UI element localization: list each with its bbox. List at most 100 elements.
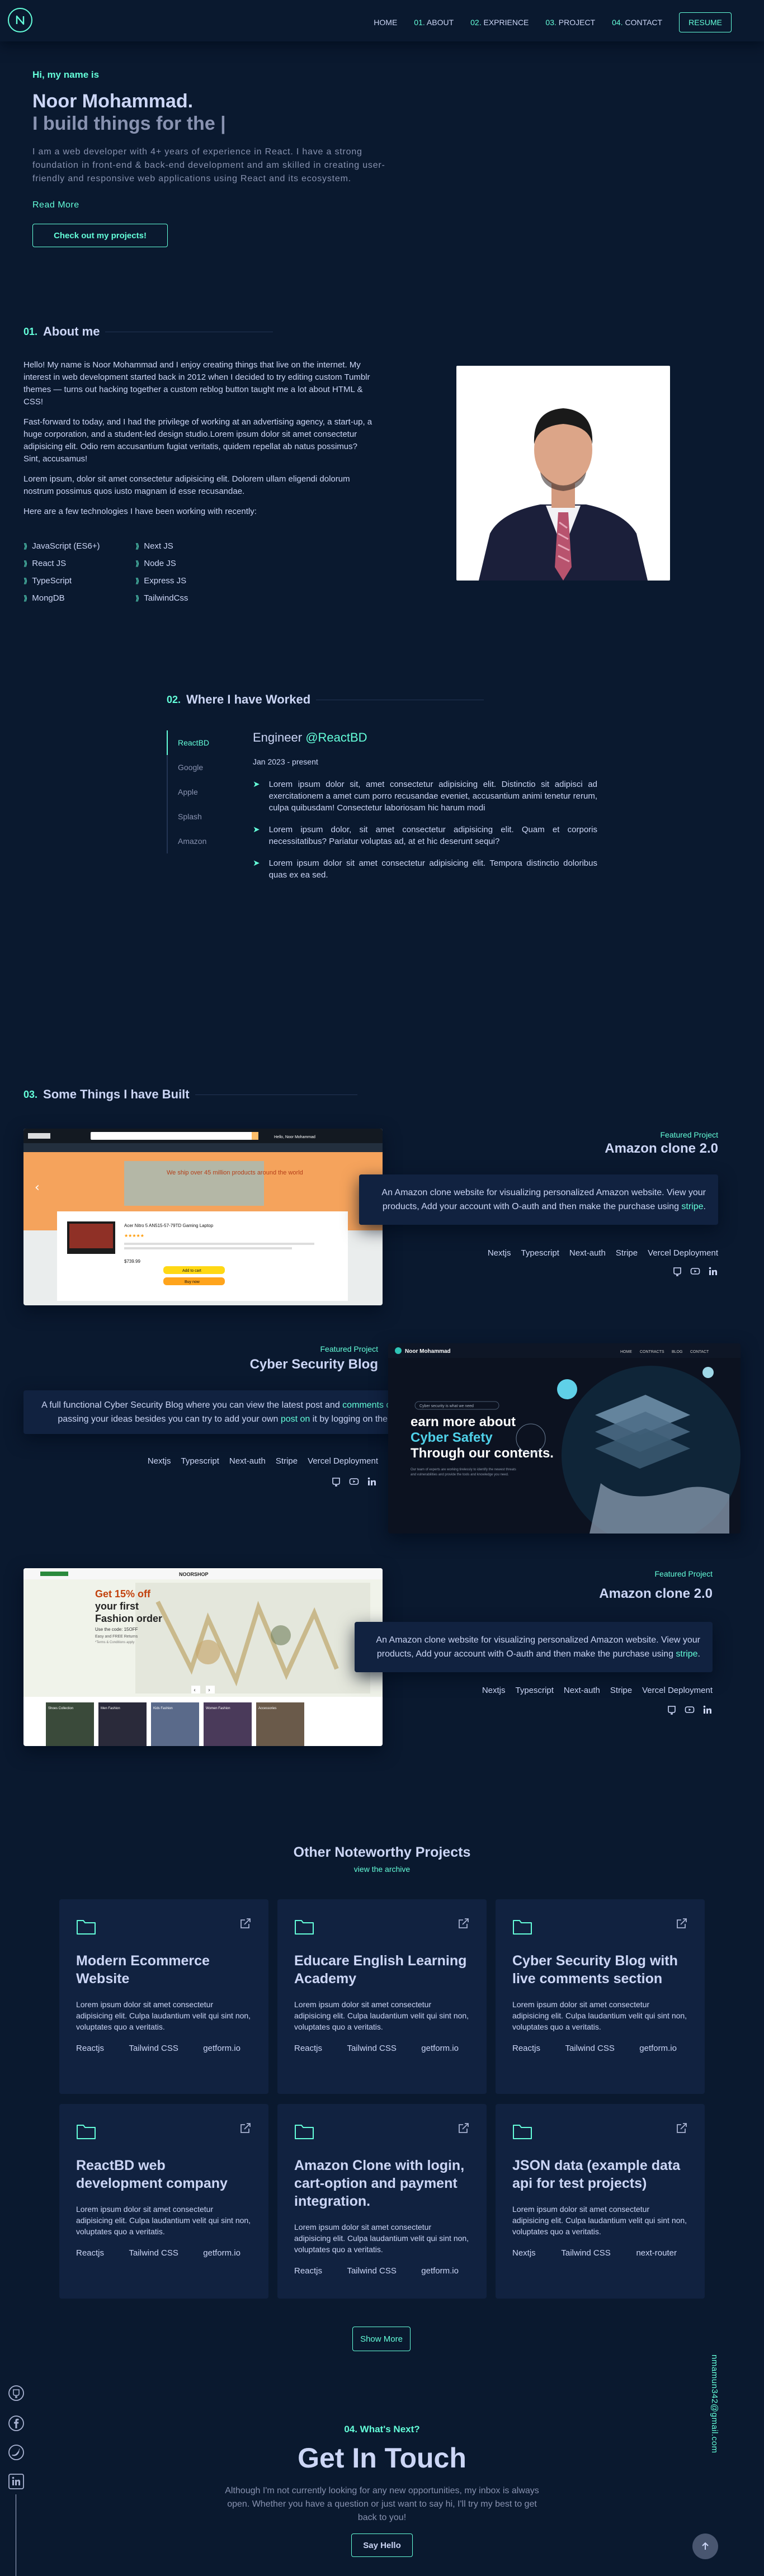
arrow-up-icon — [702, 2542, 709, 2550]
logo[interactable] — [8, 8, 32, 32]
duty-item: ➤ Lorem ipsum dolor sit, amet consectetur… — [253, 780, 597, 813]
folder-icon — [77, 2125, 96, 2139]
project-title[interactable]: Amazon clone 2.0 — [605, 1141, 718, 1157]
card-title: Educare English Learning Academy — [294, 1953, 467, 1987]
tab-amazon[interactable]: Amazon — [167, 829, 217, 853]
code-arrow-icon: ⟫ — [135, 541, 140, 550]
shop-category: Women Fashion — [206, 1707, 230, 1710]
project-screenshot-cyber[interactable]: Noor Mohammad HOME CONTRACTS BLOG CONTAC… — [388, 1343, 741, 1534]
code-arrow-icon: ⟫ — [135, 593, 140, 602]
project-card[interactable]: Amazon Clone with login, cart-option and… — [277, 2104, 487, 2299]
youtube-icon[interactable] — [690, 1266, 700, 1276]
nav-project[interactable]: 03. PROJECT — [545, 18, 595, 27]
slider-next-icon: › — [208, 1687, 210, 1693]
project-card[interactable]: Modern Ecommerce Website Lorem ipsum dol… — [59, 1899, 268, 2094]
github-icon[interactable] — [8, 2385, 25, 2402]
scroll-to-top-button[interactable] — [692, 2533, 718, 2559]
project-tech-list: Nextjs Typescript Next-auth Stripe Vercel De… — [487, 1248, 718, 1258]
external-link-icon[interactable] — [239, 1917, 252, 1929]
show-more-button[interactable]: Show More — [352, 2327, 411, 2351]
archive-link[interactable]: view the archive — [0, 1865, 764, 1874]
amazon-banner-text: We ship over 45 million products around … — [167, 1169, 303, 1176]
code-arrow-icon: ⟫ — [23, 593, 28, 602]
projects-heading: 03. Some Things I have Built — [23, 1087, 357, 1102]
linkedin-icon[interactable] — [367, 1476, 377, 1487]
project-description: An Amazon clone website for visualizing … — [355, 1622, 713, 1672]
project-card[interactable]: Cyber Security Blog with live comments s… — [496, 1899, 705, 2094]
about-heading: 01. About me — [23, 324, 273, 339]
nav-about[interactable]: 01. ABOUT — [414, 18, 454, 27]
tab-google[interactable]: Google — [167, 755, 217, 780]
external-link-icon[interactable] — [676, 2122, 688, 2134]
amazon-buy-button: Buy now — [185, 1280, 200, 1284]
stripe-link[interactable]: stripe — [676, 1649, 697, 1659]
company-link[interactable]: @ReactBD — [305, 730, 367, 744]
project-links — [672, 1266, 718, 1276]
tech-item: ⟫ Express JS — [135, 576, 187, 586]
shop-category: Men Fashion — [101, 1707, 120, 1710]
cyber-heading-1: earn more about — [411, 1414, 516, 1429]
project-card[interactable]: JSON data (example data api for test pro… — [496, 2104, 705, 2299]
amazon-account-text: Hello, Noor Mohammad — [274, 1135, 315, 1139]
contact-title: Get In Touch — [298, 2442, 466, 2474]
arrow-icon: ➤ — [253, 825, 260, 834]
cyber-pill: Cyber security is what we need — [419, 1404, 474, 1408]
external-link-icon[interactable] — [676, 1917, 688, 1929]
youtube-icon[interactable] — [685, 1705, 695, 1715]
tab-apple[interactable]: Apple — [167, 780, 217, 804]
shop-returns: Easy and FREE Returns — [95, 1635, 138, 1639]
github-icon[interactable] — [331, 1476, 341, 1487]
project-card[interactable]: ReactBD web development company Lorem ip… — [59, 2104, 268, 2299]
project-title[interactable]: Cyber Security Blog — [23, 1357, 378, 1372]
read-more-link[interactable]: Read More — [32, 200, 79, 210]
card-title: JSON data (example data api for test pro… — [512, 2158, 681, 2191]
card-title: Modern Ecommerce Website — [76, 1953, 210, 1987]
check-projects-button[interactable]: Check out my projects! — [32, 224, 168, 247]
folder-icon — [295, 1920, 314, 1935]
project-card[interactable]: Educare English Learning Academy Lorem i… — [277, 1899, 487, 2094]
tab-reactbd[interactable]: ReactBD — [167, 730, 217, 755]
nav-experience[interactable]: 02. EXPRIENCE — [470, 18, 529, 27]
card-description: Lorem ipsum dolor sit amet consectetur a… — [512, 2000, 687, 2031]
github-icon[interactable] — [672, 1266, 682, 1276]
card-tech-list: Reactjs Tailwind CSS getform.io — [76, 2044, 240, 2053]
project-screenshot-shop[interactable]: NOORSHOP Get 15% off your first Fashion … — [23, 1568, 383, 1746]
nav-home[interactable]: HOME — [374, 18, 397, 27]
project-screenshot-amazon[interactable]: Hello, Noor Mohammad We ship over 45 mil… — [23, 1129, 383, 1305]
about-paragraph: Hello! My name is Noor Mohammad and I en… — [23, 360, 370, 407]
card-tech-list: Nextjs Tailwind CSS next-router — [512, 2248, 677, 2258]
github-icon[interactable] — [667, 1705, 677, 1715]
duty-item: ➤ Lorem ipsum dolor, sit amet consectetur… — [253, 825, 597, 846]
project-description: An Amazon clone website for visualizing … — [359, 1174, 718, 1225]
card-tech-list: Reactjs Tailwind CSS getform.io — [294, 2266, 459, 2276]
shop-headline-2: your first — [95, 1601, 139, 1612]
external-link-icon[interactable] — [458, 1917, 470, 1929]
tech-item: ⟫ React JS — [23, 559, 67, 568]
linkedin-icon[interactable] — [8, 2473, 25, 2490]
nav-links: HOME 01. ABOUT 02. EXPRIENCE 03. PROJECT… — [374, 12, 732, 32]
arrow-icon: ➤ — [253, 858, 260, 868]
cyber-heading-3: Through our contents. — [411, 1446, 554, 1461]
job-date: Jan 2023 - present — [253, 757, 318, 766]
resume-button[interactable]: RESUME — [679, 12, 732, 32]
nav-contact[interactable]: 04. CONTACT — [612, 18, 662, 27]
tech-item: ⟫ Node JS — [135, 559, 176, 568]
linkedin-icon[interactable] — [708, 1266, 718, 1276]
code-arrow-icon: ⟫ — [23, 541, 28, 550]
svg-text:★★★★★: ★★★★★ — [124, 1233, 144, 1238]
divider — [195, 1094, 357, 1095]
project-title[interactable]: Amazon clone 2.0 — [599, 1586, 713, 1602]
tab-splash[interactable]: Splash — [167, 804, 217, 829]
post-link[interactable]: post on — [281, 1414, 310, 1424]
say-hello-button[interactable]: Say Hello — [351, 2533, 413, 2557]
external-link-icon[interactable] — [239, 2122, 252, 2134]
slider-prev-icon: ‹ — [194, 1687, 196, 1693]
cyber-body: Our team of experts are working tireless… — [411, 1468, 516, 1476]
job-duties: ➤ Lorem ipsum dolor sit, amet consectetur… — [253, 779, 597, 891]
stripe-link[interactable]: stripe — [681, 1202, 703, 1211]
youtube-icon[interactable] — [349, 1476, 359, 1487]
linkedin-icon[interactable] — [702, 1705, 713, 1715]
tech-item: ⟫ TypeScript — [23, 576, 72, 586]
contact-subtitle: 04. What's Next? — [344, 2424, 420, 2435]
external-link-icon[interactable] — [458, 2122, 470, 2134]
